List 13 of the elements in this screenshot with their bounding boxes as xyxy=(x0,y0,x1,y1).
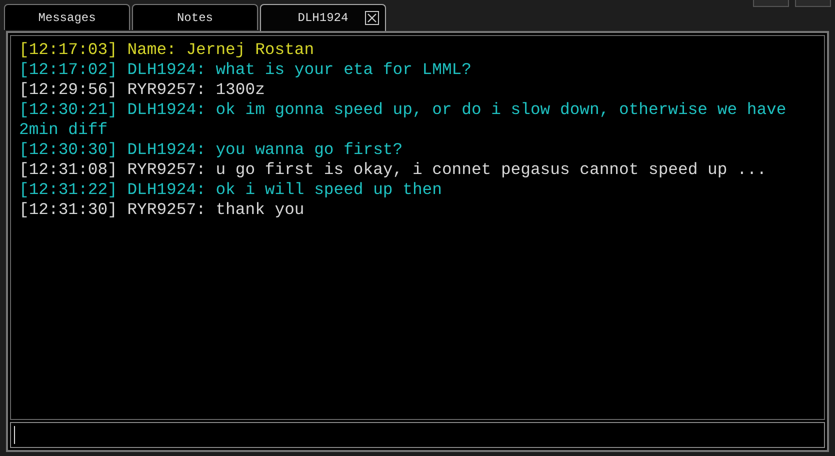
chat-message: [12:17:02] DLH1924: what is your eta for LMML? xyxy=(19,60,472,80)
tab[interactable]: Messages xyxy=(4,4,130,30)
chat-message: [12:30:30] DLH1924: you wanna go first? xyxy=(19,140,404,160)
chat-message: [12:31:22] DLH1924: ok i will speed up then xyxy=(19,180,443,200)
chat-message: [12:31:08] RYR9257: u go first is okay, i connet pegasus cannot speed up ... xyxy=(19,160,768,180)
chat-message: [12:17:03] Name: Jernej Rostan xyxy=(19,40,316,60)
close-icon[interactable] xyxy=(365,11,379,25)
chat-message: [12:31:30] RYR9257: thank you xyxy=(19,200,306,220)
message-input-field[interactable] xyxy=(10,422,825,448)
chat-message: [12:30:21] DLH1924: ok im gonna speed up, or do i slow down, otherwise we have 2min diff xyxy=(19,100,788,140)
tab[interactable]: DLH1924 xyxy=(260,4,386,31)
tab[interactable]: Notes xyxy=(132,4,258,30)
chat-message: [12:29:56] RYR9257: 1300z xyxy=(19,80,266,100)
